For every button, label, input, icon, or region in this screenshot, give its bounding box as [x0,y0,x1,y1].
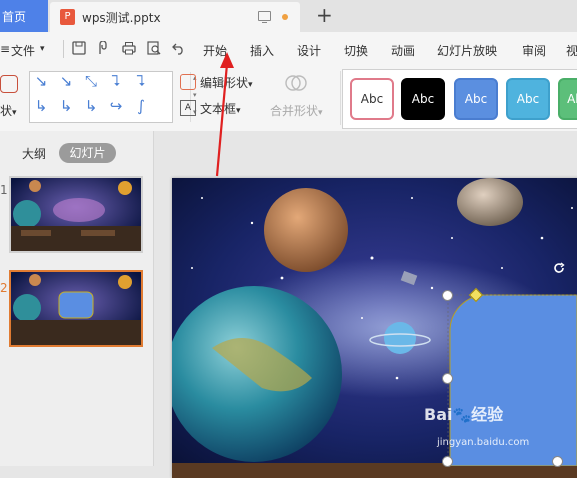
annotation-arrow [215,52,234,177]
shape-style-option[interactable]: Abc [454,78,498,120]
chevron-down-icon: ▾ [248,80,253,90]
slide-thumbnail-active[interactable] [9,270,143,347]
undo-icon[interactable] [172,41,186,55]
shape-label-text: 状 [0,104,13,118]
new-tab-button[interactable]: + [316,4,334,26]
hamburger-icon[interactable]: ≡ [0,42,10,56]
tab-outline[interactable]: 大纲 [22,145,46,162]
elbow-arrow-icon[interactable]: ↳ [84,99,98,114]
resize-handle[interactable] [552,456,563,467]
home-tab-label: 首页 [2,10,27,24]
line-arrow-icon[interactable]: ↘ [34,74,48,89]
tab-insert[interactable]: 插入 [250,42,274,59]
file-menu[interactable]: 文件 [11,42,35,59]
presentation-file-icon: P [60,9,75,25]
tab-slides[interactable]: 幻灯片 [59,143,116,163]
elbow-arrow-icon[interactable]: ↳ [34,99,48,114]
resize-handle[interactable] [442,290,453,301]
slide-thumbnail[interactable] [9,176,143,253]
shape-style-option[interactable]: Abc [506,78,550,120]
slide-number: 2 [0,281,8,295]
monitor-icon[interactable] [258,11,271,23]
shape-style-option[interactable]: Abc [350,78,394,120]
rotate-handle-icon[interactable] [552,261,566,275]
watermark-logo: Bai🐾经验 [424,405,504,424]
connector-gallery[interactable]: ↘ ↘ ⤡ ⮧ ⮧ ↳ ↳ ↳ ↪ ∫ ▴ ▾ ▾ [29,71,197,123]
curved-connector-icon[interactable]: ↪ [109,99,123,114]
shape-style-option[interactable]: Ab [558,78,577,120]
divider [340,71,341,125]
print-preview-icon[interactable] [147,41,161,55]
ribbon-menu-bar: ≡ 文件 ▾ 开始 插入 设计 切换 动画 幻灯片放映 审阅 视 [0,32,577,65]
resize-handle[interactable] [442,373,453,384]
chevron-down-icon: ▾ [318,108,323,118]
tab-bar: 首页 P wps测试.pptx + [0,0,577,32]
curve-icon[interactable]: ∫ [134,99,148,114]
save-icon[interactable] [72,41,86,55]
document-tab[interactable]: P wps测试.pptx [50,2,300,32]
shape-icon[interactable] [0,75,18,93]
shape-label[interactable]: 状▾ [0,102,17,119]
elbow-connector-icon[interactable]: ⮧ [109,74,123,89]
divider [63,40,64,58]
shape-style-gallery: Abc Abc Abc Abc Ab [342,69,577,129]
textbox-icon: A [180,100,196,116]
tab-slideshow[interactable]: 幻灯片放映 [437,42,497,59]
tab-design[interactable]: 设计 [297,42,321,59]
tab-view[interactable]: 视 [566,42,577,59]
slide-editor-canvas[interactable]: Bai🐾经验 jingyan.baidu.com [154,131,577,478]
document-tab-title: wps测试.pptx [82,11,161,25]
merge-shape-button[interactable]: 合并形状▾ [270,102,323,119]
shape-style-option[interactable]: Abc [401,78,445,120]
slide-thumbnail-panel: 大纲 幻灯片 1 2 [0,131,154,466]
merge-shape-icon[interactable] [285,72,307,94]
elbow-connector-icon[interactable]: ⮧ [134,74,148,89]
watermark-url: jingyan.baidu.com [437,437,530,448]
unsaved-indicator-icon [282,14,288,20]
space-scene-thumbnail [11,178,141,251]
tab-transitions[interactable]: 切换 [344,42,368,59]
slide-number: 1 [0,183,8,197]
space-scene-thumbnail [11,272,141,345]
line-arrow-icon[interactable]: ↘ [59,74,73,89]
merge-shape-label: 合并形状 [270,104,319,118]
home-tab[interactable]: 首页 [0,0,48,32]
print-icon[interactable] [122,41,136,55]
edit-shape-icon [180,74,196,90]
chevron-down-icon[interactable]: ▾ [40,44,45,54]
tab-review[interactable]: 审阅 [522,42,546,59]
double-arrow-icon[interactable]: ⤡ [84,74,98,89]
tab-animations[interactable]: 动画 [391,42,415,59]
resize-handle[interactable] [442,456,453,467]
chevron-down-icon: ▾ [12,108,17,118]
export-icon[interactable] [97,41,111,55]
elbow-arrow-icon[interactable]: ↳ [59,99,73,114]
ribbon-toolbar: 状▾ ↘ ↘ ⤡ ⮧ ⮧ ↳ ↳ ↳ ↪ ∫ ▴ ▾ ▾ 编辑形状▾ A 文本框… [0,65,577,132]
